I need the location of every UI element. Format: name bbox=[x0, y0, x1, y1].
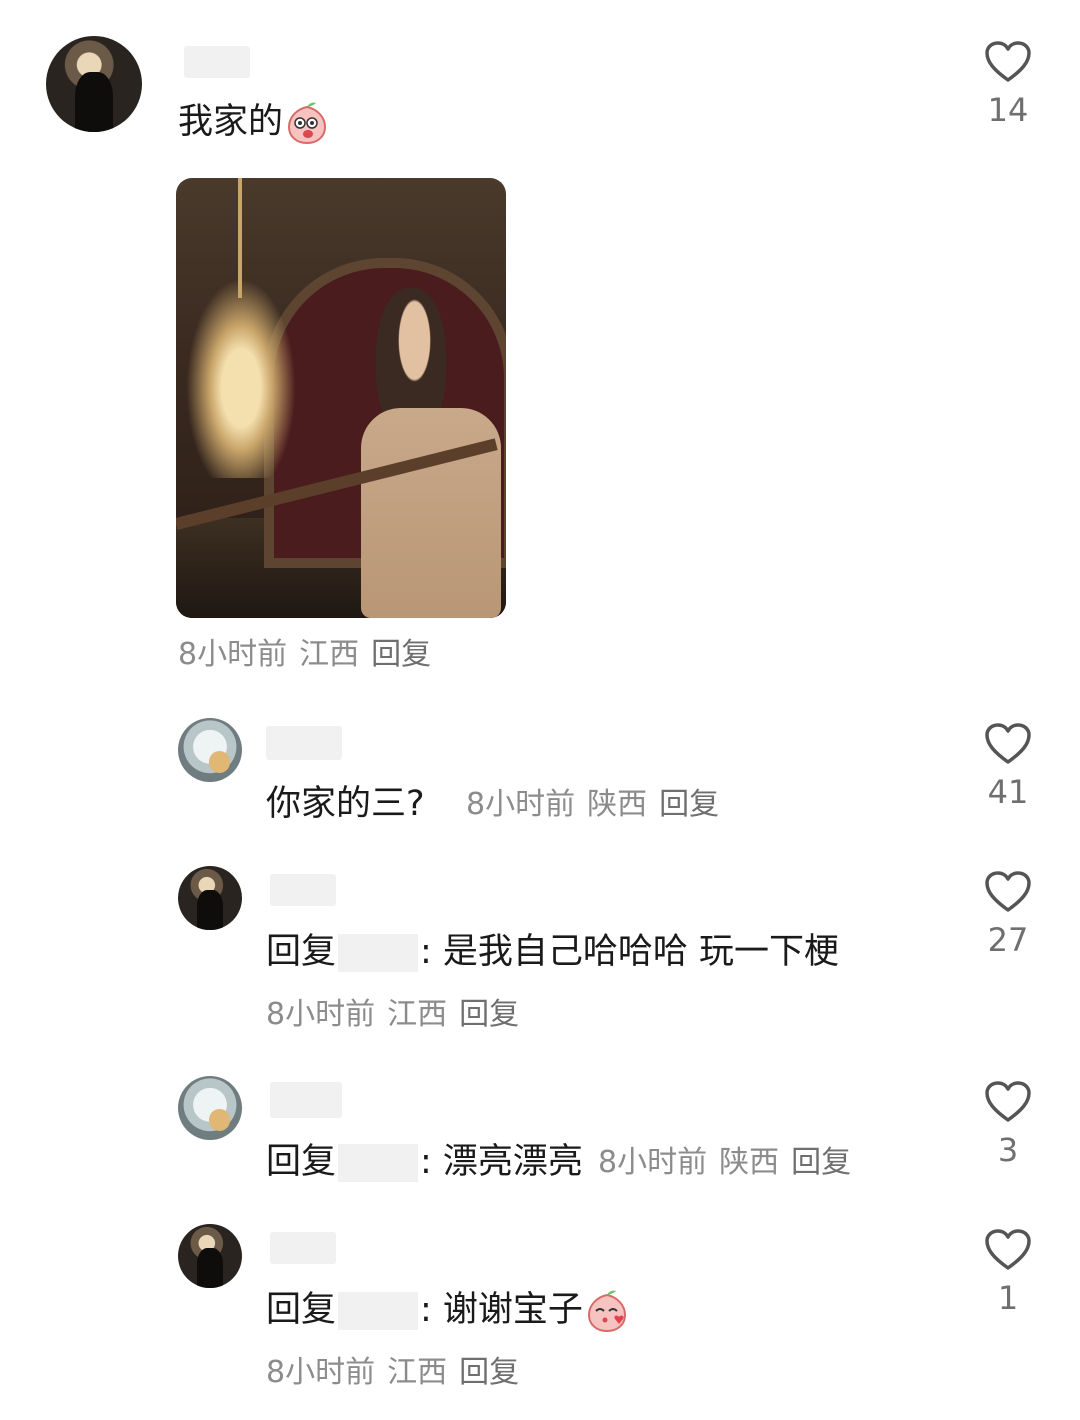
timestamp: 8小时前 bbox=[598, 1145, 708, 1180]
like-button[interactable]: 1 bbox=[968, 1228, 1048, 1318]
reply-text: 回复 : 谢谢宝子 bbox=[266, 1288, 629, 1333]
reply-meta: 8小时前 陕西 回复 bbox=[466, 786, 731, 824]
heart-icon bbox=[985, 41, 1031, 82]
reply-meta: 8小时前 江西 回复 bbox=[266, 996, 531, 1034]
location: 陕西 bbox=[587, 787, 648, 822]
mentioned-username-redacted[interactable] bbox=[338, 1292, 419, 1330]
reply-meta: 8小时前 江西 回复 bbox=[266, 1354, 531, 1392]
mentioned-username-redacted[interactable] bbox=[338, 1144, 419, 1182]
username-redacted[interactable] bbox=[270, 1232, 336, 1264]
image-chandelier bbox=[186, 278, 296, 478]
mentioned-username-redacted[interactable] bbox=[338, 934, 419, 972]
username-redacted[interactable] bbox=[270, 1082, 342, 1118]
like-button[interactable]: 3 bbox=[968, 1080, 1048, 1170]
reply-button[interactable]: 回复 bbox=[459, 1355, 519, 1390]
comment-image[interactable] bbox=[176, 178, 506, 618]
like-button[interactable]: 14 bbox=[968, 40, 1048, 130]
reply-text: 回复 : 是我自己哈哈哈 玩一下梗 bbox=[266, 930, 839, 974]
reply-prefix: 回复 bbox=[266, 932, 337, 972]
reply-prefix: 回复 bbox=[266, 1142, 337, 1182]
timestamp: 8小时前 bbox=[466, 787, 576, 822]
heart-icon bbox=[985, 723, 1031, 764]
location: 江西 bbox=[387, 997, 448, 1032]
heart-icon bbox=[985, 871, 1031, 912]
avatar[interactable] bbox=[178, 1224, 242, 1288]
comment-meta: 8小时前 江西 回复 bbox=[178, 636, 443, 674]
reply-text: 你家的三? bbox=[266, 782, 425, 826]
username-redacted[interactable] bbox=[184, 46, 250, 78]
reply-button[interactable]: 回复 bbox=[459, 997, 519, 1032]
location: 陕西 bbox=[719, 1145, 780, 1180]
heart-icon bbox=[985, 1229, 1031, 1270]
username-redacted[interactable] bbox=[266, 726, 342, 760]
reply-button[interactable]: 回复 bbox=[791, 1145, 851, 1180]
reply-text-content: : 是我自己哈哈哈 玩一下梗 bbox=[420, 932, 840, 972]
username-redacted[interactable] bbox=[270, 874, 336, 906]
peach-blowing-kiss-emoji-icon bbox=[587, 1290, 626, 1333]
reply-button[interactable]: 回复 bbox=[371, 637, 431, 672]
like-count: 14 bbox=[987, 91, 1029, 129]
like-button[interactable]: 41 bbox=[968, 722, 1048, 812]
reply-text-content: : 漂亮漂亮 bbox=[420, 1142, 583, 1182]
reply-text-content: 你家的三? bbox=[266, 784, 425, 824]
like-count: 1 bbox=[997, 1279, 1019, 1317]
heart-icon bbox=[985, 1081, 1031, 1122]
timestamp: 8小时前 bbox=[266, 1355, 376, 1390]
reply-meta: 8小时前 陕西 回复 bbox=[598, 1144, 863, 1182]
reply-text-content: : 谢谢宝子 bbox=[420, 1290, 583, 1330]
timestamp: 8小时前 bbox=[178, 637, 288, 672]
like-count: 41 bbox=[987, 773, 1029, 811]
avatar[interactable] bbox=[46, 36, 142, 132]
reply-button[interactable]: 回复 bbox=[659, 787, 719, 822]
reply-prefix: 回复 bbox=[266, 1290, 337, 1330]
like-count: 27 bbox=[987, 921, 1029, 959]
reply-text: 回复 : 漂亮漂亮 bbox=[266, 1140, 583, 1184]
avatar[interactable] bbox=[178, 1076, 242, 1140]
location: 江西 bbox=[299, 637, 360, 672]
location: 江西 bbox=[387, 1355, 448, 1390]
avatar[interactable] bbox=[178, 718, 242, 782]
like-button[interactable]: 27 bbox=[968, 870, 1048, 960]
avatar[interactable] bbox=[178, 866, 242, 930]
peach-laughing-emoji-icon bbox=[288, 102, 327, 145]
comment-text: 我家的 bbox=[178, 100, 329, 145]
timestamp: 8小时前 bbox=[266, 997, 376, 1032]
comment-text-content: 我家的 bbox=[178, 102, 284, 142]
like-count: 3 bbox=[997, 1131, 1019, 1169]
image-person-dress bbox=[361, 408, 501, 618]
